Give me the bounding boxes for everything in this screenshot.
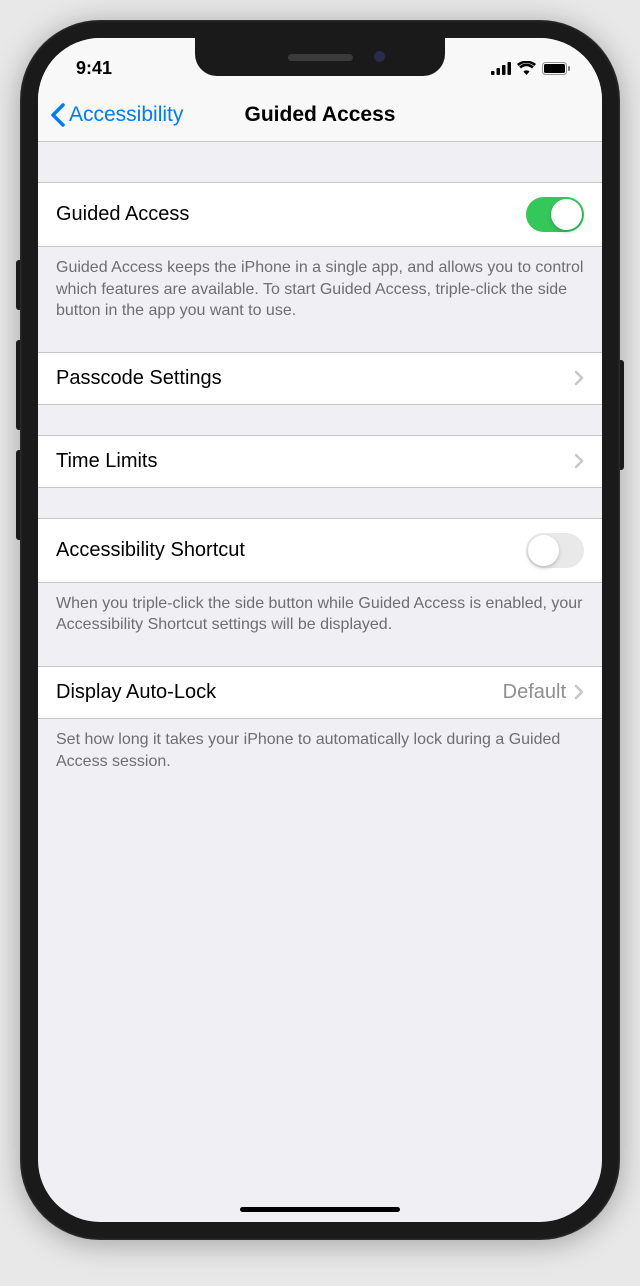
accessibility-shortcut-row[interactable]: Accessibility Shortcut [38, 518, 602, 583]
guided-access-toggle[interactable] [526, 197, 584, 232]
power-button [620, 360, 624, 470]
chevron-right-icon [574, 370, 584, 386]
chevron-right-icon [574, 684, 584, 700]
guided-access-row[interactable]: Guided Access [38, 182, 602, 247]
display-autolock-row[interactable]: Display Auto-Lock Default [38, 666, 602, 719]
display-autolock-footer: Set how long it takes your iPhone to aut… [38, 719, 602, 772]
nav-bar: Accessibility Guided Access [38, 88, 602, 142]
back-button[interactable]: Accessibility [50, 103, 183, 127]
guided-access-label: Guided Access [56, 203, 526, 226]
time-limits-label: Time Limits [56, 450, 574, 473]
passcode-settings-row[interactable]: Passcode Settings [38, 352, 602, 405]
display-autolock-value: Default [503, 681, 566, 704]
accessibility-shortcut-label: Accessibility Shortcut [56, 539, 526, 562]
speaker-grille [288, 54, 353, 61]
battery-icon [542, 62, 570, 75]
display-autolock-label: Display Auto-Lock [56, 681, 503, 704]
home-indicator[interactable] [240, 1207, 400, 1212]
accessibility-shortcut-toggle[interactable] [526, 533, 584, 568]
chevron-right-icon [574, 453, 584, 469]
phone-frame: 9:41 Accessibility Guided Access Guided … [20, 20, 620, 1240]
nav-title: Guided Access [245, 103, 396, 127]
screen: 9:41 Accessibility Guided Access Guided … [38, 38, 602, 1222]
chevron-left-icon [50, 103, 65, 127]
notch [195, 38, 445, 76]
front-camera [374, 51, 385, 62]
back-label: Accessibility [69, 103, 183, 127]
settings-content: Guided Access Guided Access keeps the iP… [38, 142, 602, 772]
status-icons [491, 61, 570, 75]
time-limits-row[interactable]: Time Limits [38, 435, 602, 488]
cellular-icon [491, 62, 511, 75]
passcode-settings-label: Passcode Settings [56, 367, 574, 390]
guided-access-footer: Guided Access keeps the iPhone in a sing… [38, 247, 602, 322]
status-time: 9:41 [76, 58, 112, 79]
wifi-icon [517, 61, 536, 75]
accessibility-shortcut-footer: When you triple-click the side button wh… [38, 583, 602, 636]
